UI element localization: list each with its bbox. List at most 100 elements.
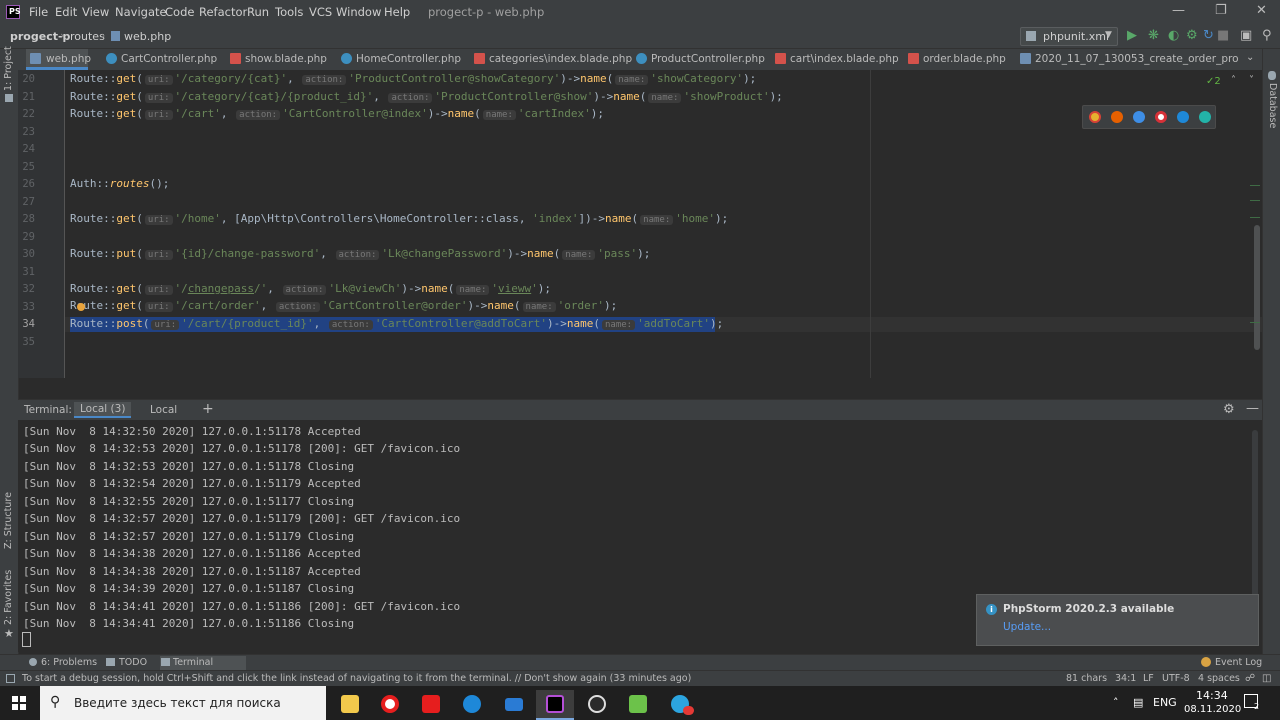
menu-view[interactable]: View bbox=[82, 5, 109, 19]
todo-tool-button[interactable]: TODO bbox=[119, 657, 147, 668]
line-number: 20 bbox=[22, 73, 35, 85]
project-tool-button[interactable]: 1: Project bbox=[3, 46, 14, 91]
profile-icon[interactable]: ⚙ bbox=[1186, 28, 1198, 43]
status-indent[interactable]: 4 spaces bbox=[1198, 673, 1240, 684]
memory-indicator-icon[interactable]: ◫ bbox=[1262, 673, 1271, 684]
tool-windows-icon[interactable] bbox=[6, 674, 15, 683]
phpstorm-logo-icon: PS bbox=[6, 5, 21, 19]
firefox-icon[interactable] bbox=[1111, 111, 1123, 123]
clock-date[interactable]: 08.11.2020 bbox=[1184, 704, 1241, 715]
minimize-icon[interactable]: — bbox=[1172, 3, 1185, 18]
code-editor[interactable]: 20 21 22 23 24 25 26 27 28 29 30 31 32 3… bbox=[18, 70, 1262, 378]
taskbar-mail[interactable] bbox=[495, 690, 533, 720]
new-terminal-button[interactable]: + bbox=[202, 401, 214, 417]
event-log-tool-button[interactable]: Event Log bbox=[1215, 657, 1262, 668]
intention-bulb-icon[interactable] bbox=[77, 303, 85, 311]
blade-file-icon bbox=[230, 53, 241, 64]
terminal-tab-local-3[interactable]: Local (3) bbox=[74, 402, 132, 418]
tray-expand-icon[interactable]: ˄ bbox=[1113, 696, 1119, 709]
editor-scrollbar[interactable] bbox=[1254, 225, 1260, 350]
line-number: 32 bbox=[22, 283, 35, 295]
line-number: 35 bbox=[22, 336, 35, 348]
notification-badge bbox=[683, 706, 694, 715]
structure-tool-button[interactable]: Z: Structure bbox=[3, 492, 14, 549]
terminal-line: [Sun Nov 8 14:34:41 2020] 127.0.0.1:5118… bbox=[23, 617, 355, 630]
tab-web-php[interactable]: web.php bbox=[26, 49, 91, 70]
database-tool-button[interactable]: Database bbox=[1267, 83, 1278, 128]
network-icon[interactable]: ▤ bbox=[1133, 696, 1143, 709]
breadcrumb-file[interactable]: web.php bbox=[124, 30, 171, 43]
tool-window-bar: 6: Problems TODO Terminal Event Log bbox=[0, 654, 1280, 670]
chevron-down-icon: ▼ bbox=[1105, 30, 1112, 40]
terminal-line: [Sun Nov 8 14:32:53 2020] 127.0.0.1:5117… bbox=[23, 460, 355, 473]
stop-icon[interactable]: ■ bbox=[1217, 28, 1229, 43]
coverage-icon[interactable]: ◐ bbox=[1168, 28, 1179, 43]
opera-icon[interactable] bbox=[1155, 111, 1167, 123]
code-line-20: Route::get(uri: '/category/{cat}', action… bbox=[70, 72, 757, 85]
hide-icon[interactable]: — bbox=[1246, 401, 1259, 416]
clock-time[interactable]: 14:34 bbox=[1196, 689, 1228, 702]
menu-code[interactable]: Code bbox=[165, 5, 194, 19]
restore-icon[interactable]: ❐ bbox=[1215, 3, 1227, 18]
taskbar-edge[interactable] bbox=[453, 690, 491, 720]
taskbar-notepad[interactable] bbox=[619, 690, 657, 720]
inspection-widget[interactable]: ✓2 bbox=[1206, 76, 1221, 87]
windows-taskbar: ⚲ Введите здесь текст для поиска ˄ ▤ ENG… bbox=[0, 686, 1280, 720]
tab-migration[interactable]: 2020_11_07_130053_create_order_product_t… bbox=[1020, 49, 1238, 70]
taskbar-telegram[interactable] bbox=[661, 690, 699, 720]
chevron-up-icon[interactable]: ˄ bbox=[1231, 75, 1236, 86]
taskbar-yandex-browser[interactable] bbox=[371, 690, 409, 720]
taskbar-obs[interactable] bbox=[578, 690, 616, 720]
breadcrumb-folder[interactable]: routes bbox=[70, 30, 105, 43]
menu-navigate[interactable]: Navigate bbox=[115, 5, 167, 19]
taskbar-yandex[interactable] bbox=[412, 690, 450, 720]
menu-window[interactable]: Window bbox=[336, 5, 381, 19]
status-message[interactable]: To start a debug session, hold Ctrl+Shif… bbox=[22, 673, 691, 684]
folder-icon bbox=[5, 94, 13, 102]
favorites-tool-button[interactable]: 2: Favorites bbox=[3, 570, 14, 625]
menu-help[interactable]: Help bbox=[384, 5, 410, 19]
menu-run[interactable]: Run bbox=[247, 5, 269, 19]
terminal-tab-local[interactable]: Local bbox=[150, 404, 177, 416]
menu-refactor[interactable]: Refactor bbox=[199, 5, 247, 19]
update-link[interactable]: Update... bbox=[1003, 621, 1051, 633]
chevron-down-icon[interactable]: ˅ bbox=[1249, 75, 1254, 86]
close-icon[interactable]: ✕ bbox=[1256, 3, 1267, 18]
code-line-28: Route::get(uri: '/home', [App\Http\Contro… bbox=[70, 212, 729, 225]
status-line-separator[interactable]: LF bbox=[1143, 673, 1154, 684]
run-anything-icon[interactable]: ↻ bbox=[1203, 28, 1214, 43]
chrome-icon[interactable] bbox=[1089, 111, 1101, 123]
problems-tool-button[interactable]: 6: Problems bbox=[41, 657, 97, 668]
search-everywhere-icon[interactable]: ⚲ bbox=[1262, 28, 1272, 43]
run-icon[interactable]: ▶ bbox=[1127, 28, 1137, 43]
taskbar-file-explorer[interactable] bbox=[331, 690, 369, 720]
settings-gear-icon[interactable]: ⚙ bbox=[1223, 402, 1235, 417]
run-configuration-select[interactable]: phpunit.xml ▼ bbox=[1020, 27, 1118, 46]
terminal-tool-button[interactable]: Terminal bbox=[173, 657, 213, 668]
menu-file[interactable]: File bbox=[29, 5, 48, 19]
taskbar-search-box[interactable]: ⚲ Введите здесь текст для поиска bbox=[40, 686, 326, 720]
right-margin-guide bbox=[870, 70, 871, 378]
windows-start-icon[interactable] bbox=[12, 696, 26, 710]
terminal-line: [Sun Nov 8 14:34:38 2020] 127.0.0.1:5118… bbox=[23, 565, 361, 578]
safari-icon[interactable] bbox=[1133, 111, 1145, 123]
menu-tools[interactable]: Tools bbox=[275, 5, 303, 19]
terminal-header: Terminal: Local (3) Local + ⚙ — bbox=[18, 399, 1262, 420]
lock-icon[interactable]: ☍ bbox=[1245, 673, 1255, 684]
project-structure-icon[interactable]: ▣ bbox=[1240, 28, 1252, 43]
language-indicator[interactable]: ENG bbox=[1153, 696, 1177, 709]
menu-edit[interactable]: Edit bbox=[55, 5, 77, 19]
internet-explorer-icon[interactable] bbox=[1177, 111, 1189, 123]
status-encoding[interactable]: UTF-8 bbox=[1162, 673, 1190, 684]
tab-label: 2020_11_07_130053_create_order_product_t… bbox=[1035, 53, 1238, 65]
status-caret-position[interactable]: 34:1 bbox=[1115, 673, 1136, 684]
taskbar-phpstorm[interactable] bbox=[536, 690, 574, 720]
edge-icon[interactable] bbox=[1199, 111, 1211, 123]
blade-file-icon bbox=[775, 53, 786, 64]
line-number: 31 bbox=[22, 266, 35, 278]
debug-icon[interactable]: ❋ bbox=[1148, 28, 1159, 43]
menu-vcs[interactable]: VCS bbox=[309, 5, 332, 19]
chevron-down-icon[interactable]: ⌄ bbox=[1246, 52, 1254, 63]
chevron-right-icon: › bbox=[60, 29, 65, 42]
php-file-icon bbox=[111, 31, 120, 41]
